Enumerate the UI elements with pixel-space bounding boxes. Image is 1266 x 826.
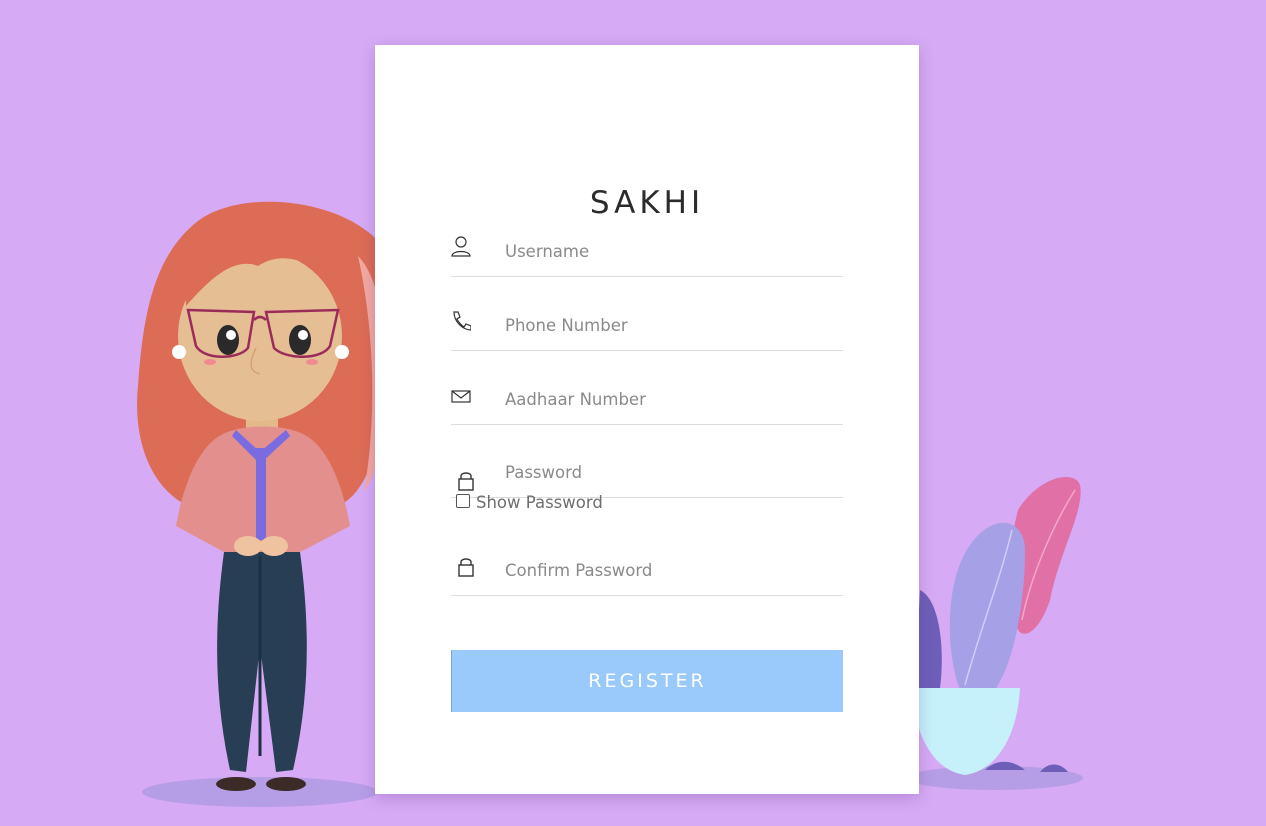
aadhaar-field — [451, 380, 843, 425]
password-input[interactable] — [503, 453, 837, 491]
show-password-label: Show Password — [476, 493, 603, 512]
user-icon — [451, 236, 471, 257]
phone-icon — [453, 311, 471, 331]
confirm-password-field — [451, 551, 843, 596]
lock-icon — [458, 558, 474, 577]
lock-icon — [458, 472, 474, 491]
show-password-checkbox[interactable] — [456, 494, 470, 508]
register-card: SAKHI Show Password — [375, 45, 919, 794]
app-title: SAKHI — [589, 185, 705, 221]
plant-illustration — [907, 477, 1083, 790]
girl-illustration — [137, 201, 395, 807]
confirm-password-input[interactable] — [503, 551, 837, 589]
password-field — [451, 453, 843, 498]
register-button[interactable]: REGISTER — [451, 650, 843, 712]
username-field — [451, 232, 843, 277]
envelope-icon — [451, 390, 471, 403]
phone-input[interactable] — [503, 306, 837, 344]
username-input[interactable] — [503, 232, 837, 270]
aadhaar-input[interactable] — [503, 380, 837, 418]
phone-field — [451, 306, 843, 351]
